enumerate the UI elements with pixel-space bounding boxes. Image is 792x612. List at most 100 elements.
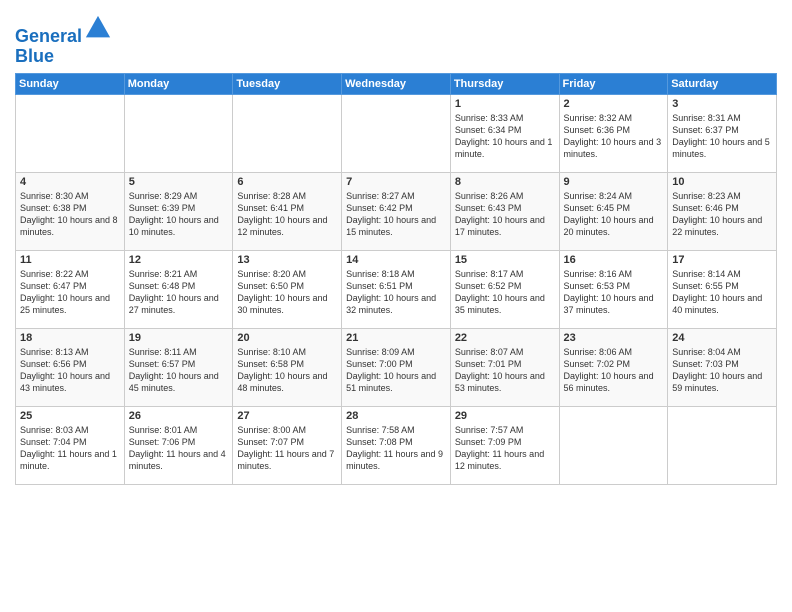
calendar-cell: 16 Sunrise: 8:16 AM Sunset: 6:53 PM Dayli…	[559, 250, 668, 328]
day-info: Sunrise: 7:58 AM Sunset: 7:08 PM Dayligh…	[346, 424, 446, 473]
weekday-header-cell: Friday	[559, 73, 668, 94]
day-number: 28	[346, 410, 446, 422]
day-number: 5	[129, 176, 229, 188]
calendar-cell: 9 Sunrise: 8:24 AM Sunset: 6:45 PM Daylig…	[559, 172, 668, 250]
calendar-cell: 11Sunrise: 8:22 AM Sunset: 6:47 PM Dayli…	[16, 250, 125, 328]
calendar-cell	[668, 406, 777, 484]
calendar-body: 1 Sunrise: 8:33 AM Sunset: 6:34 PM Daylig…	[16, 94, 777, 484]
weekday-header-cell: Tuesday	[233, 73, 342, 94]
day-info: Sunrise: 8:17 AM Sunset: 6:52 PM Dayligh…	[455, 268, 555, 317]
day-number: 27	[237, 410, 337, 422]
day-info: Sunrise: 8:33 AM Sunset: 6:34 PM Dayligh…	[455, 112, 555, 161]
day-number: 7	[346, 176, 446, 188]
day-info: Sunrise: 7:57 AM Sunset: 7:09 PM Dayligh…	[455, 424, 555, 473]
day-info: Sunrise: 8:00 AM Sunset: 7:07 PM Dayligh…	[237, 424, 337, 473]
day-number: 23	[564, 332, 664, 344]
day-number: 16	[564, 254, 664, 266]
day-info: Sunrise: 8:26 AM Sunset: 6:43 PM Dayligh…	[455, 190, 555, 239]
day-number: 25	[20, 410, 120, 422]
day-info: Sunrise: 8:20 AM Sunset: 6:50 PM Dayligh…	[237, 268, 337, 317]
day-info: Sunrise: 8:29 AM Sunset: 6:39 PM Dayligh…	[129, 190, 229, 239]
day-info: Sunrise: 8:23 AM Sunset: 6:46 PM Dayligh…	[672, 190, 772, 239]
page-container: General Blue SundayMondayTuesdayWednesda…	[0, 0, 792, 490]
calendar-cell: 27 Sunrise: 8:00 AM Sunset: 7:07 PM Dayli…	[233, 406, 342, 484]
day-info: Sunrise: 8:06 AM Sunset: 7:02 PM Dayligh…	[564, 346, 664, 395]
calendar-cell: 28 Sunrise: 7:58 AM Sunset: 7:08 PM Dayli…	[342, 406, 451, 484]
calendar-cell: 13 Sunrise: 8:20 AM Sunset: 6:50 PM Dayli…	[233, 250, 342, 328]
calendar-cell: 4 Sunrise: 8:30 AM Sunset: 6:38 PM Daylig…	[16, 172, 125, 250]
calendar-cell: 8 Sunrise: 8:26 AM Sunset: 6:43 PM Daylig…	[450, 172, 559, 250]
calendar-cell: 2Sunrise: 8:32 AM Sunset: 6:36 PM Daylig…	[559, 94, 668, 172]
day-info: Sunrise: 8:11 AM Sunset: 6:57 PM Dayligh…	[129, 346, 229, 395]
calendar-cell: 14 Sunrise: 8:18 AM Sunset: 6:51 PM Dayli…	[342, 250, 451, 328]
day-info: Sunrise: 8:14 AM Sunset: 6:55 PM Dayligh…	[672, 268, 772, 317]
day-info: Sunrise: 8:03 AM Sunset: 7:04 PM Dayligh…	[20, 424, 120, 473]
calendar-cell: 24 Sunrise: 8:04 AM Sunset: 7:03 PM Dayli…	[668, 328, 777, 406]
day-number: 29	[455, 410, 555, 422]
calendar-cell: 12 Sunrise: 8:21 AM Sunset: 6:48 PM Dayli…	[124, 250, 233, 328]
day-number: 14	[346, 254, 446, 266]
calendar-cell	[233, 94, 342, 172]
logo-text: General	[15, 14, 112, 47]
calendar-cell: 19 Sunrise: 8:11 AM Sunset: 6:57 PM Dayli…	[124, 328, 233, 406]
day-number: 18	[20, 332, 120, 344]
logo-icon	[84, 14, 112, 42]
day-info: Sunrise: 8:24 AM Sunset: 6:45 PM Dayligh…	[564, 190, 664, 239]
day-info: Sunrise: 8:01 AM Sunset: 7:06 PM Dayligh…	[129, 424, 229, 473]
calendar-cell: 1 Sunrise: 8:33 AM Sunset: 6:34 PM Daylig…	[450, 94, 559, 172]
calendar-week-row: 11Sunrise: 8:22 AM Sunset: 6:47 PM Dayli…	[16, 250, 777, 328]
calendar-cell: 6Sunrise: 8:28 AM Sunset: 6:41 PM Daylig…	[233, 172, 342, 250]
weekday-header-cell: Saturday	[668, 73, 777, 94]
calendar-cell: 7 Sunrise: 8:27 AM Sunset: 6:42 PM Daylig…	[342, 172, 451, 250]
calendar-cell: 5 Sunrise: 8:29 AM Sunset: 6:39 PM Daylig…	[124, 172, 233, 250]
day-number: 20	[237, 332, 337, 344]
weekday-header-row: SundayMondayTuesdayWednesdayThursdayFrid…	[16, 73, 777, 94]
day-info: Sunrise: 8:18 AM Sunset: 6:51 PM Dayligh…	[346, 268, 446, 317]
weekday-header-cell: Monday	[124, 73, 233, 94]
day-number: 10	[672, 176, 772, 188]
day-info: Sunrise: 8:21 AM Sunset: 6:48 PM Dayligh…	[129, 268, 229, 317]
calendar-cell: 17 Sunrise: 8:14 AM Sunset: 6:55 PM Dayli…	[668, 250, 777, 328]
day-info: Sunrise: 8:04 AM Sunset: 7:03 PM Dayligh…	[672, 346, 772, 395]
calendar-cell: 10 Sunrise: 8:23 AM Sunset: 6:46 PM Dayli…	[668, 172, 777, 250]
day-number: 6	[237, 176, 337, 188]
calendar-cell	[124, 94, 233, 172]
day-info: Sunrise: 8:30 AM Sunset: 6:38 PM Dayligh…	[20, 190, 120, 239]
day-number: 4	[20, 176, 120, 188]
day-info: Sunrise: 8:09 AM Sunset: 7:00 PM Dayligh…	[346, 346, 446, 395]
calendar-cell: 3Sunrise: 8:31 AM Sunset: 6:37 PM Daylig…	[668, 94, 777, 172]
day-number: 21	[346, 332, 446, 344]
calendar-table: SundayMondayTuesdayWednesdayThursdayFrid…	[15, 73, 777, 485]
weekday-header-cell: Sunday	[16, 73, 125, 94]
day-number: 24	[672, 332, 772, 344]
calendar-cell: 20 Sunrise: 8:10 AM Sunset: 6:58 PM Dayli…	[233, 328, 342, 406]
logo-general: General	[15, 26, 82, 46]
calendar-cell: 26Sunrise: 8:01 AM Sunset: 7:06 PM Dayli…	[124, 406, 233, 484]
day-info: Sunrise: 8:31 AM Sunset: 6:37 PM Dayligh…	[672, 112, 772, 161]
calendar-cell	[16, 94, 125, 172]
calendar-cell: 18 Sunrise: 8:13 AM Sunset: 6:56 PM Dayli…	[16, 328, 125, 406]
calendar-cell: 25 Sunrise: 8:03 AM Sunset: 7:04 PM Dayli…	[16, 406, 125, 484]
logo-blue: Blue	[15, 47, 112, 67]
day-number: 13	[237, 254, 337, 266]
calendar-week-row: 1 Sunrise: 8:33 AM Sunset: 6:34 PM Daylig…	[16, 94, 777, 172]
day-number: 19	[129, 332, 229, 344]
day-info: Sunrise: 8:27 AM Sunset: 6:42 PM Dayligh…	[346, 190, 446, 239]
logo: General Blue	[15, 14, 112, 67]
day-info: Sunrise: 8:16 AM Sunset: 6:53 PM Dayligh…	[564, 268, 664, 317]
day-info: Sunrise: 8:13 AM Sunset: 6:56 PM Dayligh…	[20, 346, 120, 395]
header: General Blue	[15, 10, 777, 67]
day-info: Sunrise: 8:10 AM Sunset: 6:58 PM Dayligh…	[237, 346, 337, 395]
calendar-cell: 15Sunrise: 8:17 AM Sunset: 6:52 PM Dayli…	[450, 250, 559, 328]
day-number: 17	[672, 254, 772, 266]
day-info: Sunrise: 8:22 AM Sunset: 6:47 PM Dayligh…	[20, 268, 120, 317]
day-number: 9	[564, 176, 664, 188]
day-number: 1	[455, 98, 555, 110]
calendar-cell: 21 Sunrise: 8:09 AM Sunset: 7:00 PM Dayli…	[342, 328, 451, 406]
day-number: 8	[455, 176, 555, 188]
weekday-header-cell: Wednesday	[342, 73, 451, 94]
calendar-week-row: 18 Sunrise: 8:13 AM Sunset: 6:56 PM Dayli…	[16, 328, 777, 406]
day-number: 12	[129, 254, 229, 266]
calendar-cell: 22Sunrise: 8:07 AM Sunset: 7:01 PM Dayli…	[450, 328, 559, 406]
calendar-cell	[559, 406, 668, 484]
